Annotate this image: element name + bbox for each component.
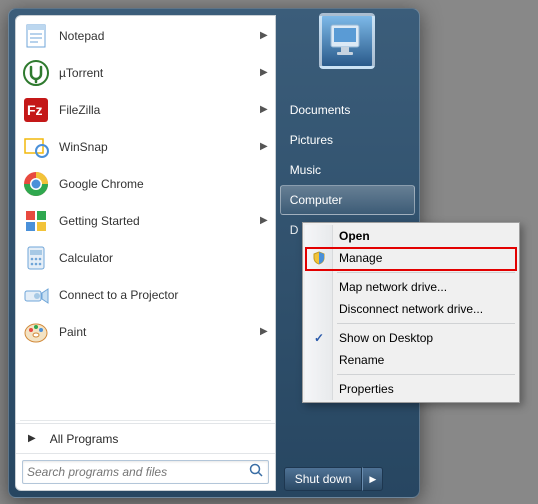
context-item-label: Disconnect network drive... (339, 302, 483, 316)
context-item-show-on-desktop[interactable]: ✓ Show on Desktop (305, 327, 517, 349)
program-label: Connect to a Projector (59, 288, 178, 302)
shield-icon (311, 250, 327, 266)
paint-icon (21, 317, 51, 347)
left-panel: Notepad ▶ µTorrent ▶ Fz FileZilla ▶ WinSnap ▶ Goo… (15, 15, 276, 491)
program-item-filezilla[interactable]: Fz FileZilla ▶ (17, 91, 274, 128)
projector-icon (21, 280, 51, 310)
search-icon[interactable] (248, 462, 264, 483)
chevron-right-icon: ▶ (260, 104, 268, 115)
right-link-music[interactable]: Music (280, 155, 415, 185)
context-separator (337, 272, 515, 273)
chevron-right-icon: ▶ (260, 67, 268, 78)
winsnap-icon (21, 132, 51, 162)
program-list: Notepad ▶ µTorrent ▶ Fz FileZilla ▶ WinSnap ▶ Goo… (16, 16, 275, 418)
notepad-icon (21, 21, 51, 51)
svg-text:Fz: Fz (27, 102, 43, 118)
chevron-right-icon: ▶ (260, 30, 268, 41)
context-item-map-network-drive-[interactable]: Map network drive... (305, 276, 517, 298)
triangle-right-icon: ▶ (28, 433, 36, 444)
context-item-label: Rename (339, 353, 384, 367)
context-item-label: Properties (339, 382, 394, 396)
shutdown-group: Shut down ▶ (284, 467, 411, 491)
program-item-paint[interactable]: Paint ▶ (17, 313, 274, 350)
program-item--torrent[interactable]: µTorrent ▶ (17, 54, 274, 91)
context-item-disconnect-network-drive-[interactable]: Disconnect network drive... (305, 298, 517, 320)
fz-icon: Fz (21, 95, 51, 125)
program-item-winsnap[interactable]: WinSnap ▶ (17, 128, 274, 165)
right-link-pictures[interactable]: Pictures (280, 125, 415, 155)
context-separator (337, 323, 515, 324)
chevron-right-icon: ▶ (260, 141, 268, 152)
search-box[interactable] (22, 460, 269, 484)
all-programs[interactable]: ▶ All Programs (16, 423, 275, 453)
calc-icon (21, 243, 51, 273)
search-input[interactable] (27, 465, 248, 479)
context-item-open[interactable]: Open (305, 225, 517, 247)
program-item-google-chrome[interactable]: Google Chrome (17, 165, 274, 202)
program-item-notepad[interactable]: Notepad ▶ (17, 17, 274, 54)
context-item-rename[interactable]: Rename (305, 349, 517, 371)
all-programs-label: All Programs (50, 432, 119, 446)
program-label: Calculator (59, 251, 113, 265)
search-row (16, 453, 275, 490)
program-label: Getting Started (59, 214, 140, 228)
right-link-documents[interactable]: Documents (280, 95, 415, 125)
program-label: FileZilla (59, 103, 100, 117)
program-label: WinSnap (59, 140, 108, 154)
context-item-properties[interactable]: Properties (305, 378, 517, 400)
program-label: Google Chrome (59, 177, 144, 191)
program-item-connect-to-a-projector[interactable]: Connect to a Projector (17, 276, 274, 313)
check-icon: ✓ (311, 330, 327, 346)
shutdown-button[interactable]: Shut down (284, 467, 363, 491)
context-item-manage[interactable]: Manage (305, 247, 517, 269)
program-item-calculator[interactable]: Calculator (17, 239, 274, 276)
chevron-right-icon: ▶ (260, 215, 268, 226)
context-menu: Open Manage Map network drive... Disconnect… (302, 222, 520, 403)
program-item-getting-started[interactable]: Getting Started ▶ (17, 202, 274, 239)
user-picture[interactable] (319, 13, 375, 69)
right-link-computer[interactable]: Computer (280, 185, 415, 215)
context-item-label: Show on Desktop (339, 331, 433, 345)
context-item-label: Map network drive... (339, 280, 447, 294)
divider (20, 420, 271, 421)
chrome-icon (21, 169, 51, 199)
program-label: Paint (59, 325, 86, 339)
chevron-right-icon: ▶ (260, 326, 268, 337)
context-item-label: Open (339, 229, 370, 243)
program-label: µTorrent (59, 66, 103, 80)
program-label: Notepad (59, 29, 104, 43)
getstarted-icon (21, 206, 51, 236)
context-item-label: Manage (339, 251, 382, 265)
context-separator (337, 374, 515, 375)
shutdown-options-button[interactable]: ▶ (362, 467, 383, 491)
utorrent-icon (21, 58, 51, 88)
